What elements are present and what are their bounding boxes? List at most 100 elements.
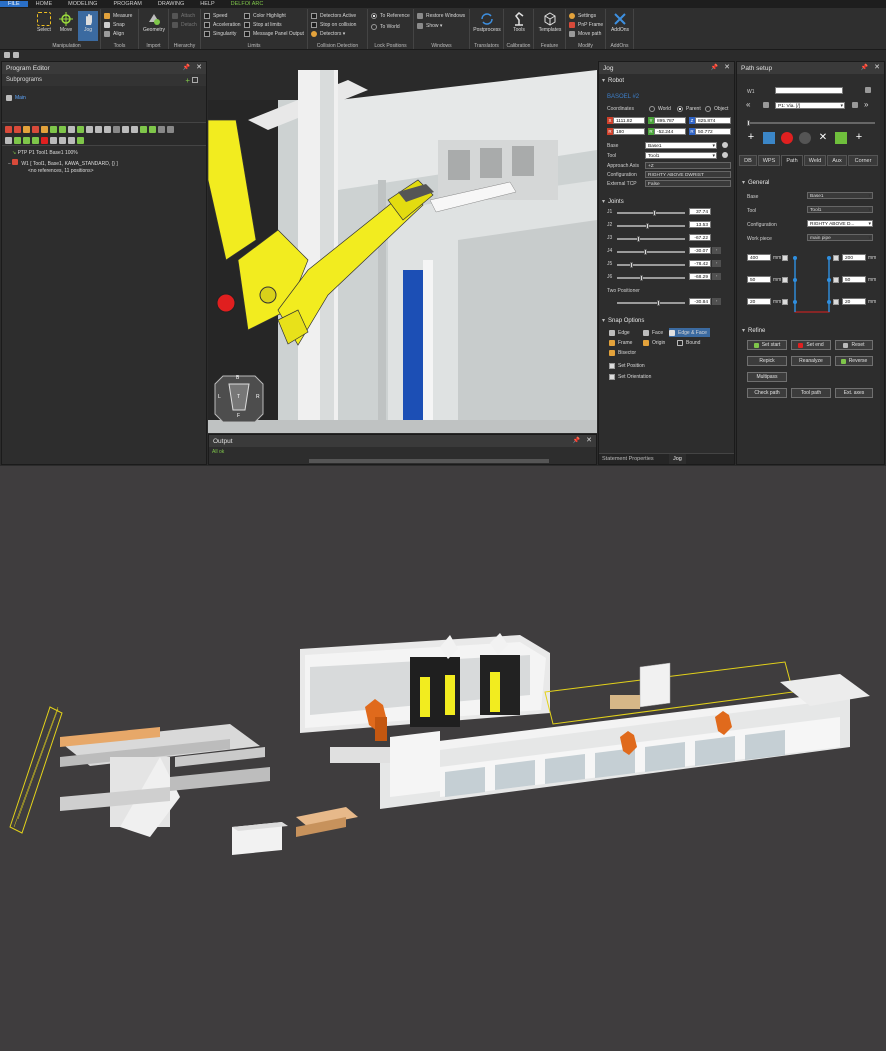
pin-icon[interactable]: 📌 bbox=[711, 64, 718, 71]
joint-value[interactable]: -68.29 bbox=[689, 273, 711, 280]
snap-button[interactable]: Snap bbox=[104, 20, 125, 29]
slider-knob[interactable] bbox=[637, 236, 640, 242]
slider-knob[interactable] bbox=[630, 262, 633, 268]
snap-edge[interactable]: Edge bbox=[609, 328, 630, 337]
configuration-select[interactable]: RIGHTY ABOVE DWRIST bbox=[645, 171, 731, 178]
set-position-checkbox[interactable]: Set Position bbox=[609, 361, 645, 370]
slider-knob[interactable] bbox=[657, 300, 660, 306]
path-base-select[interactable]: Base1 bbox=[807, 192, 873, 199]
x-input[interactable]: 1111.82 bbox=[613, 117, 645, 124]
copy-icon[interactable] bbox=[192, 77, 198, 83]
right-distance-input[interactable]: 20 bbox=[842, 298, 866, 305]
delete-icon[interactable]: ✕ bbox=[817, 132, 829, 144]
templates-button[interactable]: Templates bbox=[537, 11, 563, 41]
snap-frame[interactable]: Frame bbox=[609, 338, 632, 347]
path-tool-select[interactable]: Tool1 bbox=[807, 206, 873, 213]
program-line-weld[interactable]: − W1 [ Tool1, Base1, KAWA_STANDARD, {} ] bbox=[8, 159, 118, 167]
menu-modeling[interactable]: MODELING bbox=[60, 1, 105, 7]
pick-icon[interactable] bbox=[763, 132, 775, 144]
color-highlight-checkbox[interactable]: Color Highlight bbox=[244, 11, 286, 20]
tab-wps[interactable]: WPS bbox=[758, 155, 780, 166]
tool-select[interactable]: Tool1 bbox=[645, 152, 717, 159]
close-icon[interactable]: ✕ bbox=[196, 63, 202, 71]
view-cube-back[interactable]: B bbox=[236, 375, 239, 381]
settings-button[interactable]: Settings bbox=[569, 11, 596, 20]
close-icon[interactable]: ✕ bbox=[724, 63, 730, 71]
down-arrow-icon[interactable] bbox=[763, 102, 769, 108]
approach-axis-select[interactable]: +Z bbox=[645, 162, 731, 169]
joint-slider[interactable] bbox=[617, 210, 685, 216]
z-input[interactable]: 825.874 bbox=[695, 117, 731, 124]
toolbar-tool-icon[interactable] bbox=[32, 137, 39, 144]
external-tcp-select[interactable]: False bbox=[645, 180, 731, 187]
joints-section-header[interactable]: Joints bbox=[602, 198, 624, 205]
weld-name-input[interactable] bbox=[775, 87, 843, 94]
jog-button[interactable]: Jog bbox=[78, 11, 98, 41]
grid-icon[interactable] bbox=[865, 87, 871, 93]
snap-bound[interactable]: Bound bbox=[677, 338, 700, 347]
right-distance-checkbox[interactable] bbox=[833, 277, 839, 283]
tab-statement-properties[interactable]: Statement Properties bbox=[602, 456, 654, 462]
program-line-ptp[interactable]: ↘ PTP P1 Tool1 Base1 100% bbox=[12, 150, 78, 156]
gear-icon[interactable] bbox=[722, 152, 728, 158]
acceleration-checkbox[interactable]: Acceleration bbox=[204, 20, 241, 29]
repick-button[interactable]: Repick bbox=[747, 356, 787, 366]
up-arrow-icon[interactable] bbox=[852, 102, 858, 108]
last-point-icon[interactable]: » bbox=[864, 100, 868, 109]
joint-slider[interactable] bbox=[617, 275, 685, 281]
left-distance-input[interactable]: 50 bbox=[747, 276, 771, 283]
right-distance-input[interactable]: 200 bbox=[842, 254, 866, 261]
reverse-button[interactable]: Reverse bbox=[835, 356, 873, 366]
coord-object-radio[interactable]: Object bbox=[705, 104, 728, 113]
measure-button[interactable]: Measure bbox=[104, 11, 132, 20]
detach-button[interactable]: Detach bbox=[172, 20, 197, 29]
via-point-select[interactable]: P1: Via. [/] bbox=[775, 102, 845, 109]
toolbar-tool-icon[interactable] bbox=[104, 126, 111, 133]
toolbar-tool-icon[interactable] bbox=[86, 126, 93, 133]
view-cube-right[interactable]: R bbox=[256, 394, 260, 400]
toolbar-tool-icon[interactable] bbox=[14, 137, 21, 144]
slider-knob[interactable] bbox=[644, 249, 647, 255]
output-scrollbar[interactable] bbox=[309, 459, 549, 463]
menu-program[interactable]: PROGRAM bbox=[105, 1, 149, 7]
joint-slider[interactable] bbox=[617, 223, 685, 229]
positioner-value[interactable]: -30.84 bbox=[689, 298, 711, 305]
snap-edge-face[interactable]: Edge & Face bbox=[669, 328, 710, 337]
snap-options-header[interactable]: Snap Options bbox=[602, 317, 644, 324]
postprocess-button[interactable]: Postprocess bbox=[473, 11, 501, 41]
toolbar-tool-icon[interactable] bbox=[77, 137, 84, 144]
toolbar-tool-icon[interactable] bbox=[95, 126, 102, 133]
menu-delfoi-arc[interactable]: DELFOI ARC bbox=[223, 1, 272, 7]
toolbar-tool-icon[interactable] bbox=[158, 126, 165, 133]
select-button[interactable]: Select bbox=[34, 11, 54, 41]
menu-file[interactable]: FILE bbox=[0, 1, 28, 7]
path-configuration-select[interactable]: RIGHTY ABOVE D... bbox=[807, 220, 873, 227]
message-panel-output-checkbox[interactable]: Message Panel Output bbox=[244, 29, 304, 38]
insert-icon[interactable]: + bbox=[853, 132, 865, 144]
move-button[interactable]: Move bbox=[56, 11, 76, 41]
toolbar-tool-icon[interactable] bbox=[131, 126, 138, 133]
geometry-button[interactable]: Geometry bbox=[142, 11, 166, 41]
pin-icon[interactable]: 📌 bbox=[861, 64, 868, 71]
toolbar-tool-icon[interactable] bbox=[32, 126, 39, 133]
joint-value[interactable]: 37.74 bbox=[689, 208, 711, 215]
toolbar-tool-icon[interactable] bbox=[140, 126, 147, 133]
set-start-button[interactable]: Set start bbox=[747, 340, 787, 350]
pin-icon[interactable]: 📌 bbox=[573, 437, 580, 444]
tree-icon[interactable] bbox=[835, 132, 847, 144]
toolbar-tool-icon[interactable] bbox=[167, 126, 174, 133]
tab-aux[interactable]: Aux bbox=[827, 155, 847, 166]
slider-knob[interactable] bbox=[747, 120, 750, 126]
toolbar-tool-icon[interactable] bbox=[23, 126, 30, 133]
tab-db[interactable]: DB bbox=[739, 155, 757, 166]
joint-slider[interactable] bbox=[617, 249, 685, 255]
check-path-button[interactable]: Check path bbox=[747, 388, 787, 398]
left-distance-checkbox[interactable] bbox=[782, 277, 788, 283]
coord-parent-radio[interactable]: Parent bbox=[677, 104, 701, 113]
joint-value[interactable]: -78.42 bbox=[689, 260, 711, 267]
view-cube-top[interactable]: T bbox=[237, 394, 240, 400]
restore-windows-button[interactable]: Restore Windows bbox=[417, 11, 465, 20]
menu-home[interactable]: HOME bbox=[28, 1, 61, 7]
snap-bisector[interactable]: Bisector bbox=[609, 348, 636, 357]
pnp-frame-button[interactable]: PnP Frame bbox=[569, 20, 603, 29]
